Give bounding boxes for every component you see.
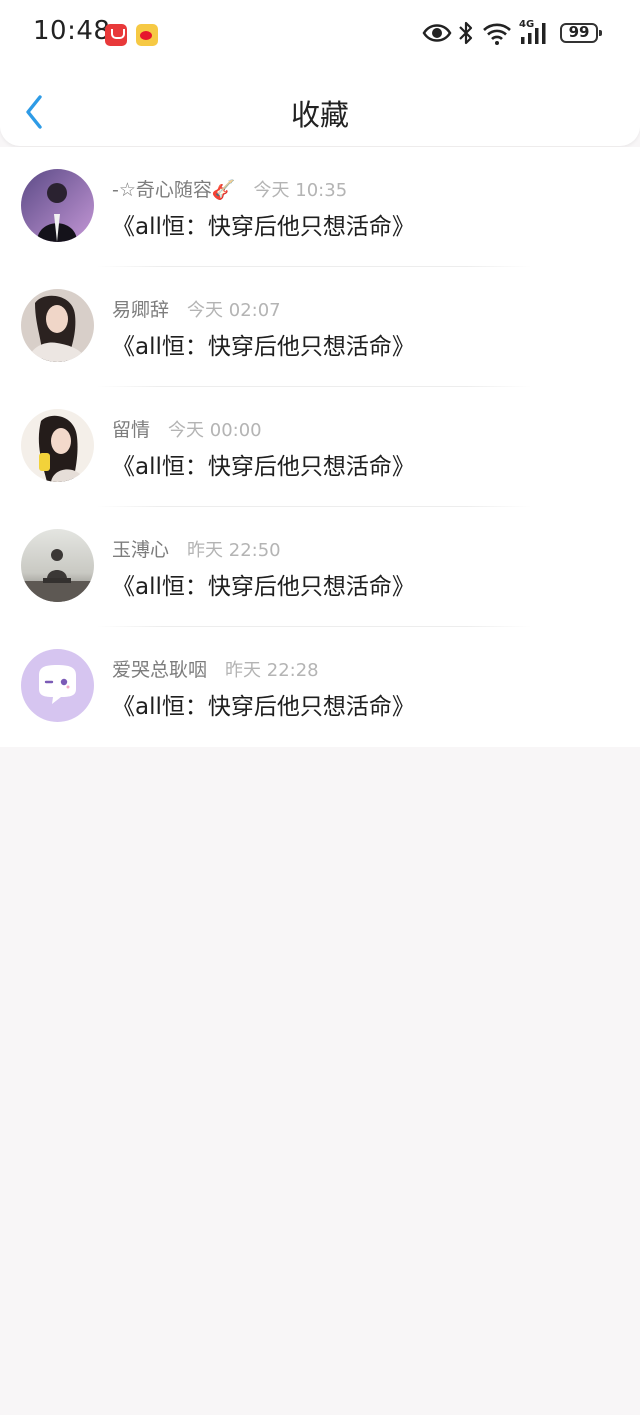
post-title[interactable]: 《all恒：快穿后他只想活命》 — [112, 447, 415, 481]
favorites-list: -☆奇心随容🎸 今天 10:35 《all恒：快穿后他只想活命》 易卿辞 今天 02… — [0, 147, 640, 747]
status-bar: 10:48 4G 99 — [0, 0, 640, 70]
wifi-icon — [483, 23, 511, 45]
post-title[interactable]: 《all恒：快穿后他只想活命》 — [112, 207, 415, 241]
favorite-item[interactable]: 爱哭总耿咽 昨天 22:28 《all恒：快穿后他只想活命》 — [0, 627, 640, 747]
bluetooth-icon — [459, 21, 473, 45]
user-name[interactable]: 留情 — [112, 419, 150, 441]
post-time: 今天 00:00 — [168, 420, 262, 441]
post-title[interactable]: 《all恒：快穿后他只想活命》 — [112, 567, 415, 601]
user-name[interactable]: 爱哭总耿咽 — [112, 659, 207, 681]
post-time: 今天 02:07 — [187, 300, 281, 321]
weibo-app-icon — [136, 24, 158, 46]
post-time: 今天 10:35 — [253, 180, 348, 201]
battery-level: 99 — [568, 23, 590, 41]
favorite-item[interactable]: 玉溥心 昨天 22:50 《all恒：快穿后他只想活命》 — [0, 507, 640, 627]
post-title[interactable]: 《all恒：快穿后他只想活命》 — [112, 327, 415, 361]
top-bar: 10:48 4G 99 收藏 — [0, 0, 640, 146]
post-time: 昨天 22:28 — [225, 660, 319, 681]
user-name[interactable]: -☆奇心随容🎸 — [112, 179, 236, 201]
user-avatar[interactable] — [21, 649, 94, 722]
signal-strength-icon — [521, 23, 546, 44]
user-avatar[interactable] — [21, 289, 94, 362]
user-name[interactable]: 玉溥心 — [112, 539, 169, 561]
huawei-app-icon — [105, 24, 127, 46]
favorite-item[interactable]: 留情 今天 00:00 《all恒：快穿后他只想活命》 — [0, 387, 640, 507]
user-avatar[interactable] — [21, 409, 94, 482]
battery-icon: 99 — [560, 23, 602, 43]
favorite-item[interactable]: -☆奇心随容🎸 今天 10:35 《all恒：快穿后他只想活命》 — [0, 147, 640, 267]
eye-icon — [422, 24, 452, 42]
favorite-item[interactable]: 易卿辞 今天 02:07 《all恒：快穿后他只想活命》 — [0, 267, 640, 387]
user-avatar[interactable] — [21, 529, 94, 602]
status-time: 10:48 — [33, 16, 111, 46]
user-avatar[interactable] — [21, 169, 94, 242]
post-title[interactable]: 《all恒：快穿后他只想活命》 — [112, 687, 415, 721]
page-title: 收藏 — [290, 98, 349, 132]
post-time: 昨天 22:50 — [187, 540, 281, 561]
user-name[interactable]: 易卿辞 — [112, 299, 169, 321]
